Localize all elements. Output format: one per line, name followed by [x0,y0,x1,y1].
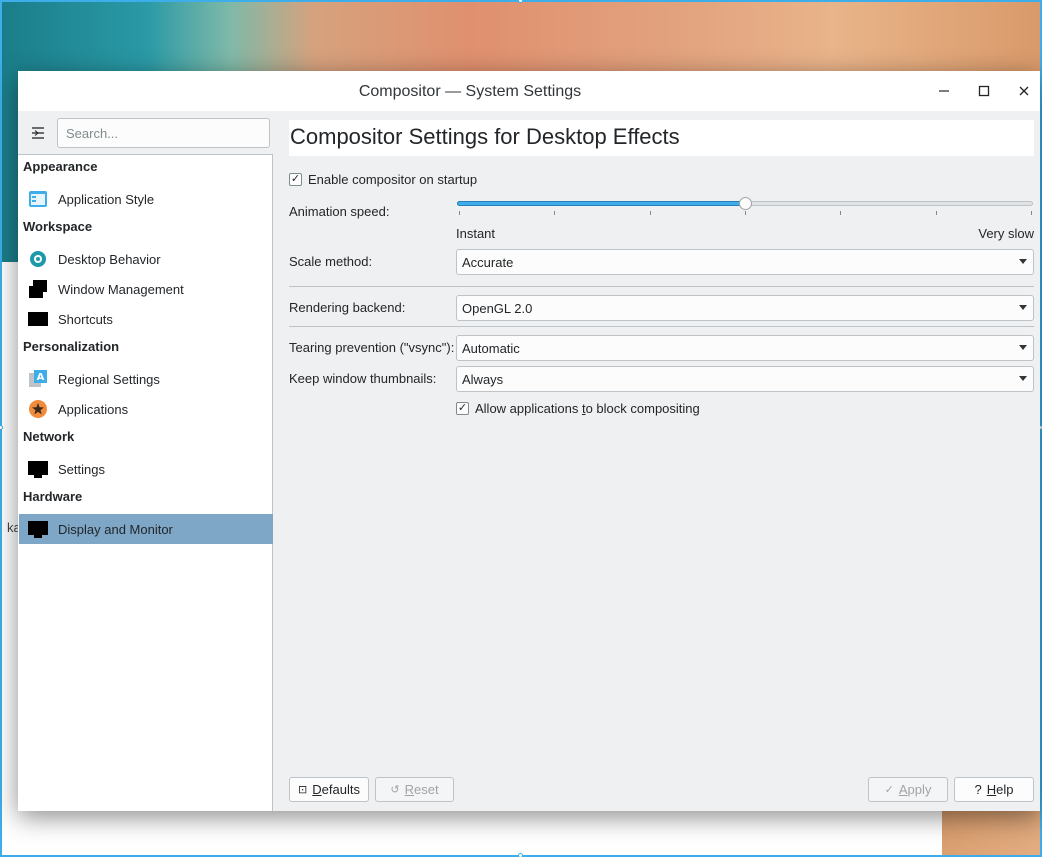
close-button[interactable] [1014,81,1034,101]
title-bar[interactable]: Compositor — System Settings [18,71,1040,111]
sidebar-toolbar [18,111,273,155]
checkmark-icon: ✓ [884,784,894,796]
chevron-down-icon [1019,376,1027,381]
sidebar-item-label: Desktop Behavior [58,251,161,267]
help-label: Help [986,782,1014,797]
keep-thumbnails-label: Keep window thumbnails: [289,371,437,386]
rendering-backend-label: Rendering backend: [289,300,406,315]
sidebar-item-label: Display and Monitor [58,521,173,537]
tearing-prevention-label: Tearing prevention ("vsync"): [289,340,455,355]
defaults-icon: ⊡ [298,784,308,796]
keep-thumbnails-dropdown[interactable]: Always [456,366,1034,392]
wallpaper-corner [942,811,1040,855]
sidebar-item-regional-settings[interactable]: A Regional Settings [19,364,273,394]
slider-fill [457,201,745,206]
enable-compositor-label: Enable compositor on startup [308,172,478,187]
sidebar: Appearance Application Style Workspace D… [18,111,273,811]
sidebar-item-label: Regional Settings [58,371,160,387]
slider-handle[interactable] [739,197,752,210]
defaults-button[interactable]: ⊡ Defaults [289,777,369,802]
help-button[interactable]: ? Help [954,777,1034,802]
minimize-button[interactable] [934,81,954,101]
slider-tick [1031,211,1032,215]
scale-method-value: Accurate [462,254,514,270]
page-title: Compositor Settings for Desktop Effects [289,120,1034,156]
tearing-prevention-value: Automatic [462,340,520,356]
category-hardware: Hardware [23,489,83,504]
desktop-behavior-icon [28,249,48,269]
display-monitor-icon [28,519,48,539]
sidebar-item-label: Applications [58,401,129,417]
applications-star-icon [28,399,48,419]
chevron-down-icon [1019,345,1027,350]
sidebar-item-label: Settings [58,461,105,477]
slider-tick [840,211,841,215]
rendering-backend-value: OpenGL 2.0 [462,300,533,316]
tearing-prevention-dropdown[interactable]: Automatic [456,335,1034,361]
sidebar-item-window-management[interactable]: Window Management [19,274,273,304]
category-network: Network [23,429,75,444]
compositor-settings-page: Compositor Settings for Desktop Effects … [274,111,1040,811]
separator [289,326,1034,327]
sidebar-item-applications[interactable]: Applications [19,394,273,424]
sidebar-item-network-settings[interactable]: Settings [19,454,273,484]
slider-tick [936,211,937,215]
scale-method-dropdown[interactable]: Accurate [456,249,1034,275]
defaults-label: Defaults [312,782,360,797]
sidebar-item-label: Application Style [58,191,155,207]
menu-button[interactable] [26,123,50,143]
slider-tick [554,211,555,215]
reset-undo-icon: ↺ [390,784,400,796]
close-icon [1019,86,1029,96]
selection-handle-bottom[interactable] [518,853,523,857]
chevron-down-icon [1019,305,1027,310]
sidebar-item-label: Window Management [58,281,184,297]
checkbox-checkmark-icon: ✓ [289,173,302,186]
sidebar-item-application-style[interactable]: Application Style [19,184,273,214]
rendering-backend-dropdown[interactable]: OpenGL 2.0 [456,295,1034,321]
slider-min-label: Instant [456,226,496,241]
enable-compositor-checkbox[interactable]: ✓ Enable compositor on startup [289,172,477,187]
animation-speed-label: Animation speed: [289,204,390,219]
system-settings-window: Compositor — System Settings Appearance [18,71,1040,811]
allow-block-compositing-label: Allow applications to block compositing [475,401,700,416]
sidebar-item-label: Shortcuts [58,311,113,327]
window-management-icon [28,279,48,299]
maximize-button[interactable] [974,81,994,101]
separator [289,286,1034,287]
slider-tick [745,211,746,215]
hamburger-menu-icon [32,127,44,139]
sidebar-item-display-and-monitor[interactable]: Display and Monitor [19,514,273,544]
window-title: Compositor — System Settings [358,83,582,100]
category-workspace: Workspace [23,219,93,234]
category-appearance: Appearance [23,159,98,174]
checkbox-checkmark-icon: ✓ [456,402,469,415]
slider-tick [650,211,651,215]
reset-label: Reset [404,782,439,797]
application-style-icon [28,189,48,209]
keep-thumbnails-value: Always [462,371,504,387]
allow-block-compositing-checkbox[interactable]: ✓ Allow applications to block compositin… [456,401,700,416]
chevron-down-icon [1019,259,1027,264]
regional-settings-icon: A [28,369,48,389]
apply-label: Apply [898,782,932,797]
svg-text:A: A [37,372,45,383]
help-question-icon: ? [974,782,982,797]
maximize-icon [978,85,990,97]
minimize-icon [939,90,949,92]
sidebar-item-shortcuts[interactable]: Shortcuts [19,304,273,334]
category-personalization: Personalization [23,339,120,354]
search-input[interactable] [57,118,270,148]
reset-button[interactable]: ↺ Reset [375,777,454,802]
slider-tick [459,211,460,215]
network-settings-icon [28,459,48,479]
scale-method-label: Scale method: [289,254,373,269]
slider-max-label: Very slow [978,226,1034,241]
apply-button[interactable]: ✓ Apply [868,777,948,802]
shortcuts-icon [28,309,48,329]
sidebar-item-desktop-behavior[interactable]: Desktop Behavior [19,244,273,274]
